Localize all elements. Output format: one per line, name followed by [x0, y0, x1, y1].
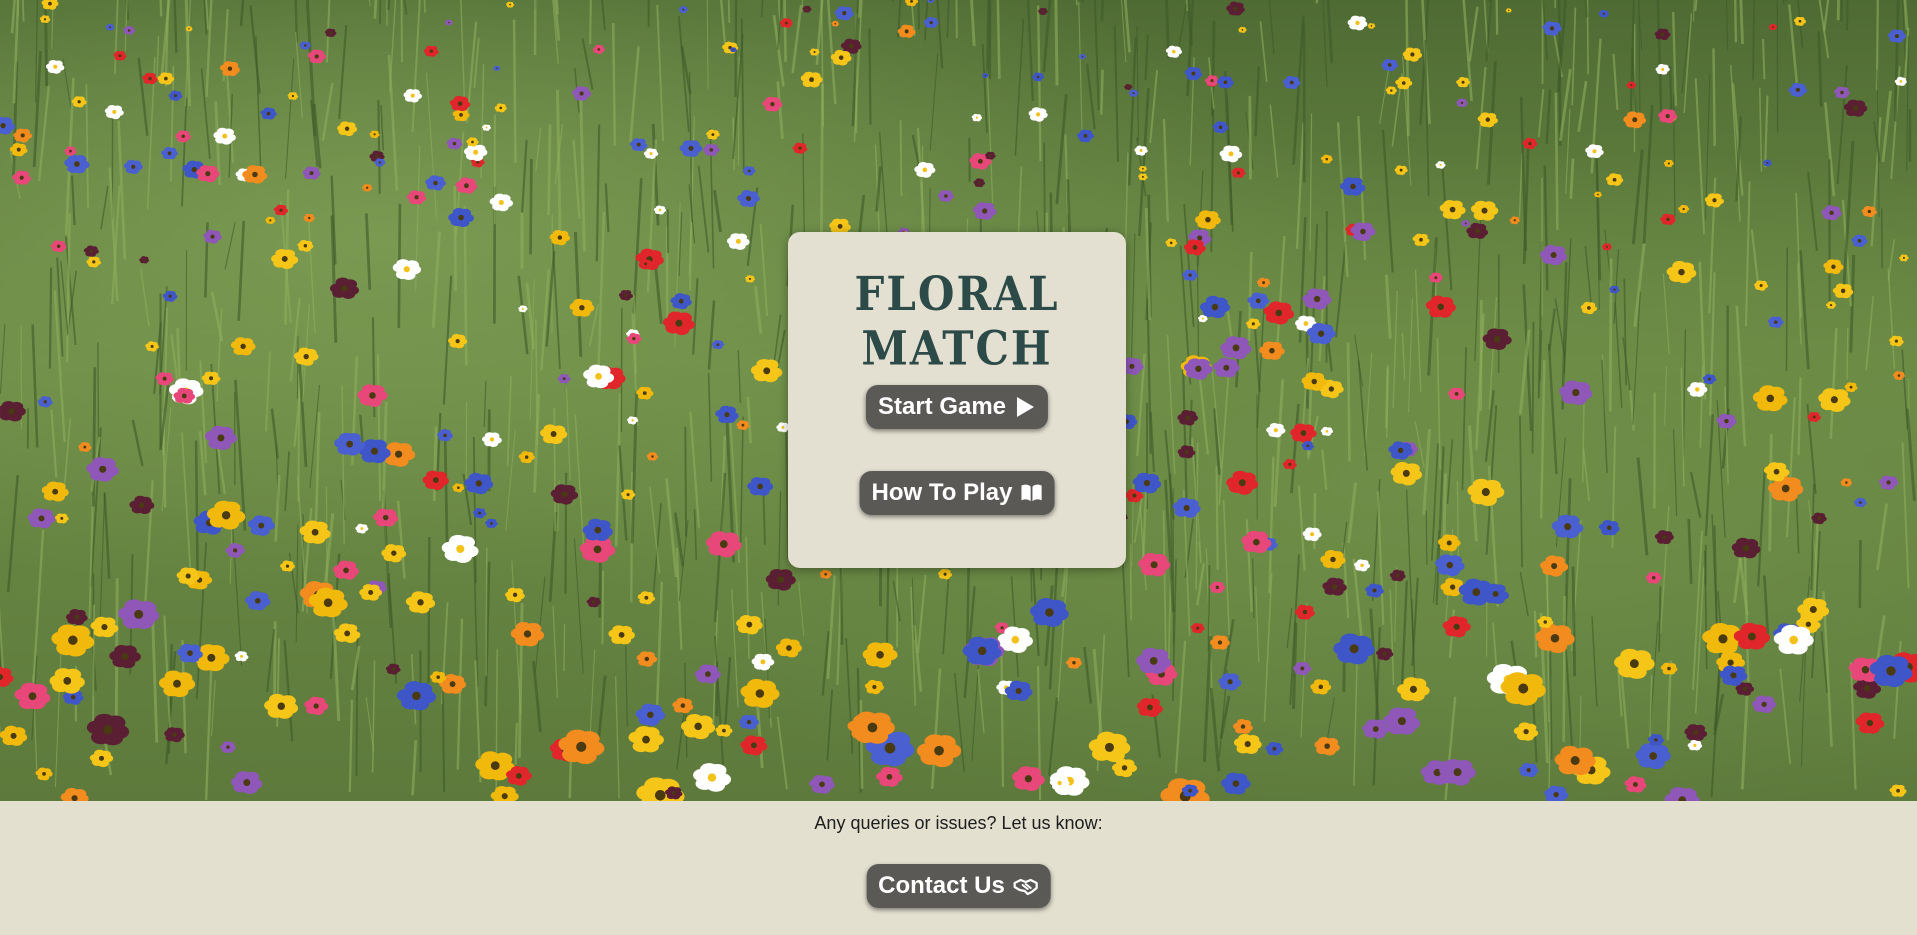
contact-us-label: Contact Us: [878, 872, 1005, 899]
how-to-play-label: How To Play: [871, 479, 1013, 506]
book-icon: [1021, 484, 1042, 502]
footer: Any queries or issues? Let us know: Cont…: [0, 801, 1917, 935]
wildflower-meadow-background: FLORAL MATCH Start Game How To Play: [0, 0, 1917, 801]
game-title: FLORAL MATCH: [854, 266, 1060, 376]
menu-card: FLORAL MATCH Start Game How To Play: [788, 232, 1126, 568]
start-game-button[interactable]: Start Game: [865, 385, 1049, 429]
play-icon: [1017, 397, 1035, 417]
footer-text: Any queries or issues? Let us know:: [814, 813, 1103, 833]
contact-us-button[interactable]: Contact Us: [866, 864, 1051, 908]
handshake-icon: [1013, 878, 1038, 896]
how-to-play-button[interactable]: How To Play: [859, 471, 1055, 515]
start-game-label: Start Game: [877, 393, 1007, 420]
